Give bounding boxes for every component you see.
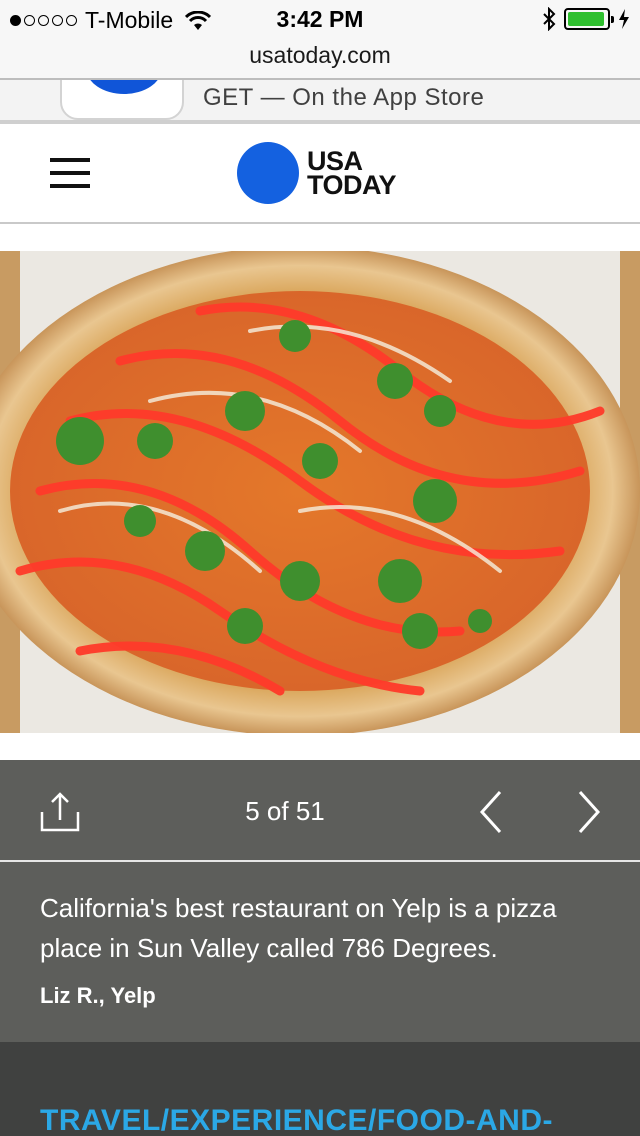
signal-dot [52,15,63,26]
status-bar: T-Mobile 3:42 PM [0,0,640,40]
menu-line [50,184,90,188]
status-right [542,7,630,31]
signal-dot [66,15,77,26]
chevron-left-icon[interactable] [478,790,504,834]
menu-line [50,158,90,162]
app-icon [60,80,184,120]
pizza-photo [0,251,640,733]
hamburger-menu-icon[interactable] [50,158,90,188]
section-link[interactable]: TRAVEL/EXPERIENCE/FOOD-AND- [40,1104,553,1136]
app-store-banner[interactable]: GET — On the App Store [0,80,640,122]
logo-line-2: TODAY [307,170,397,200]
signal-dot [38,15,49,26]
signal-dot [24,15,35,26]
menu-line [50,171,90,175]
status-left: T-Mobile [10,7,212,34]
logo-text: USA TODAY [307,148,397,200]
related-section: TRAVEL/EXPERIENCE/FOOD-AND- [0,1042,640,1136]
usa-today-logo[interactable]: USA TODAY [237,142,397,204]
site-header: USA TODAY [0,124,640,224]
app-icon-logo [86,80,162,94]
app-banner-text: GET — On the App Store [203,84,485,111]
gallery-controls: 5 of 51 [0,760,640,860]
photo-caption: California's best restaurant on Yelp is … [40,893,557,963]
caption-panel: California's best restaurant on Yelp is … [0,862,640,1042]
address-bar[interactable]: usatoday.com [0,40,640,78]
gallery-photo-area[interactable] [0,224,640,760]
charging-icon [619,9,629,29]
signal-dot [10,15,21,26]
battery-level [568,12,605,26]
logo-circle [237,142,299,204]
wifi-icon [185,10,212,30]
chevron-right-icon[interactable] [576,790,602,834]
url-text: usatoday.com [249,42,391,68]
bluetooth-icon [543,7,556,31]
battery-icon [564,8,614,30]
signal-strength-icon [10,15,77,26]
photo-credit: Liz R., Yelp [40,983,156,1008]
carrier-name: T-Mobile [85,7,174,33]
